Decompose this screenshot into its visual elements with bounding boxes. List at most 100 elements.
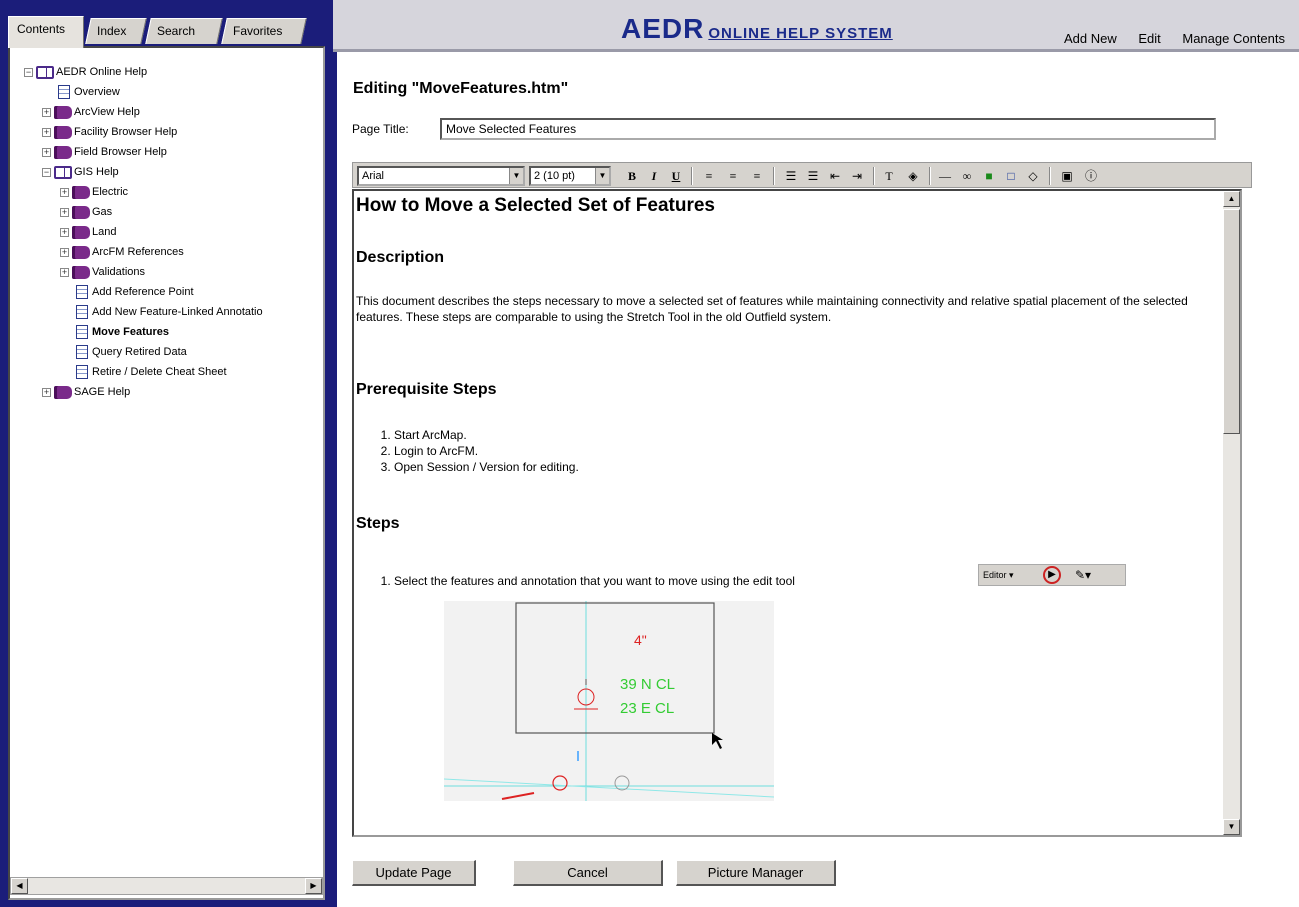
nav-add-new[interactable]: Add New [1064, 31, 1117, 46]
cancel-button[interactable]: Cancel [513, 860, 663, 886]
page-title-input[interactable] [440, 118, 1216, 140]
tree-item[interactable]: + Field Browser Help [24, 142, 263, 162]
italic-button[interactable]: I [645, 166, 663, 186]
tree-item[interactable]: + SAGE Help [24, 382, 263, 402]
tree-item[interactable]: − AEDR Online Help [24, 62, 263, 82]
tree-item[interactable]: + ArcView Help [24, 102, 263, 122]
logo: AEDR ONLINE HELP SYSTEM [621, 13, 893, 45]
tree-item[interactable]: − GIS Help [24, 162, 263, 182]
book-icon [54, 385, 72, 399]
book-icon [54, 145, 72, 159]
tree-item-label: Land [92, 226, 117, 238]
tree-item-label: Overview [74, 86, 120, 98]
nav-manage-contents[interactable]: Manage Contents [1182, 31, 1285, 46]
logo-subtitle: ONLINE HELP SYSTEM [708, 25, 893, 42]
collapse-icon[interactable]: − [24, 67, 33, 77]
tree-item[interactable]: + Electric [24, 182, 263, 202]
tree-item[interactable]: + Facility Browser Help [24, 122, 263, 142]
chevron-down-icon[interactable]: ▼ [595, 168, 609, 184]
tree-item-label: Electric [92, 186, 129, 198]
tab-search[interactable]: Search [145, 18, 223, 44]
tab-contents[interactable]: Contents [8, 16, 84, 48]
html-source-icon[interactable]: ◇ [1023, 166, 1043, 186]
tab-index[interactable]: Index [85, 18, 147, 44]
tree-item[interactable]: Move Features [24, 322, 263, 342]
scroll-down-button[interactable]: ▼ [1223, 819, 1240, 835]
scroll-right-button[interactable]: ▶ [305, 878, 322, 894]
underline-button[interactable]: U [667, 166, 685, 186]
expand-icon[interactable]: + [60, 247, 69, 257]
tree-item[interactable]: Add Reference Point [24, 282, 263, 302]
collapse-icon[interactable]: − [42, 167, 51, 177]
tab-favorites[interactable]: Favorites [221, 18, 307, 44]
expand-icon[interactable]: + [60, 207, 69, 217]
align-right-icon[interactable]: ≡ [747, 166, 767, 186]
indent-icon[interactable]: ⇥ [847, 166, 867, 186]
tree-item-label: Query Retired Data [92, 346, 187, 358]
tree-item[interactable]: + Validations [24, 262, 263, 282]
list-item: Start ArcMap. [394, 427, 579, 443]
tree-item[interactable]: Query Retired Data [24, 342, 263, 362]
expand-icon[interactable]: + [60, 267, 69, 277]
update-page-button[interactable]: Update Page [352, 860, 476, 886]
tree-item[interactable]: + ArcFM References [24, 242, 263, 262]
size-select[interactable]: 2 (10 pt) ▼ [529, 166, 611, 186]
font-select-value: Arial [362, 170, 385, 182]
outdent-icon[interactable]: ⇤ [825, 166, 845, 186]
numbered-list-icon[interactable]: ☰ [781, 166, 801, 186]
expand-icon[interactable]: + [60, 187, 69, 197]
font-select[interactable]: Arial ▼ [357, 166, 525, 186]
map-label-size: 4" [634, 632, 647, 648]
main-content: Editing "MoveFeatures.htm" Page Title: A… [337, 52, 1299, 907]
expand-icon[interactable]: + [42, 387, 51, 397]
prereq-list: Start ArcMap. Login to ArcFM. Open Sessi… [356, 427, 579, 475]
expand-icon[interactable]: + [60, 227, 69, 237]
contents-tree: − AEDR Online Help Overview + ArcView Help + F… [24, 62, 263, 402]
bullet-list-icon[interactable]: ☰ [803, 166, 823, 186]
scroll-thumb[interactable] [1223, 209, 1240, 434]
insert-table-icon[interactable]: □ [1001, 166, 1021, 186]
info-icon[interactable]: ⓘ [1081, 166, 1101, 186]
tree-item[interactable]: Overview [24, 82, 263, 102]
highlight-color-icon[interactable]: ◈ [903, 166, 923, 186]
align-left-icon[interactable]: ≡ [699, 166, 719, 186]
scroll-up-button[interactable]: ▲ [1223, 191, 1240, 207]
sidebar-tabs: Contents Index Search Favorites [0, 0, 333, 50]
text-color-icon[interactable]: T [879, 166, 899, 186]
tree-item-label: Facility Browser Help [74, 126, 178, 138]
tree-item[interactable]: + Land [24, 222, 263, 242]
align-center-icon[interactable]: ≡ [723, 166, 743, 186]
tree-item[interactable]: Retire / Delete Cheat Sheet [24, 362, 263, 382]
tree-item-label: Field Browser Help [74, 146, 167, 158]
editor-toolbar: Arial ▼ 2 (10 pt) ▼ B I U ≡ ≡ ≡ ☰ ☰ ⇤ ⇥ … [352, 162, 1252, 188]
insert-image-icon[interactable]: ■ [979, 166, 999, 186]
page-icon [76, 305, 88, 320]
expand-icon[interactable]: + [42, 127, 51, 137]
editor-content-area[interactable]: How to Move a Selected Set of Features D… [352, 189, 1242, 837]
tree-item-label: Gas [92, 206, 113, 218]
logo-aedr: AEDR [621, 13, 705, 44]
horizontal-rule-icon[interactable]: — [935, 166, 955, 186]
scroll-left-button[interactable]: ◀ [11, 878, 28, 894]
tree-item[interactable]: Add New Feature-Linked Annotatio [24, 302, 263, 322]
map-label-north: 39 N CL [620, 676, 675, 693]
picture-manager-button[interactable]: Picture Manager [676, 860, 836, 886]
page-icon [76, 365, 88, 380]
sidebar: Contents Index Search Favorites − AEDR On… [0, 0, 333, 907]
preview-icon[interactable]: ▣ [1057, 166, 1077, 186]
document-content[interactable]: How to Move a Selected Set of Features D… [356, 191, 1224, 801]
tree-item[interactable]: + Gas [24, 202, 263, 222]
doc-title: How to Move a Selected Set of Features [356, 195, 715, 216]
vertical-scrollbar[interactable]: ▲ ▼ [1223, 191, 1240, 835]
horizontal-scrollbar[interactable]: ◀ ▶ [10, 877, 323, 895]
page-title-label: Page Title: [352, 121, 409, 136]
expand-icon[interactable]: + [42, 147, 51, 157]
tree-item-label: Validations [92, 266, 145, 278]
book-icon [72, 185, 90, 199]
expand-icon[interactable]: + [42, 107, 51, 117]
link-icon[interactable]: ∞ [957, 166, 977, 186]
nav-edit[interactable]: Edit [1138, 31, 1160, 46]
bold-button[interactable]: B [623, 166, 641, 186]
doc-heading-prereq: Prerequisite Steps [356, 381, 497, 398]
chevron-down-icon[interactable]: ▼ [509, 168, 523, 184]
